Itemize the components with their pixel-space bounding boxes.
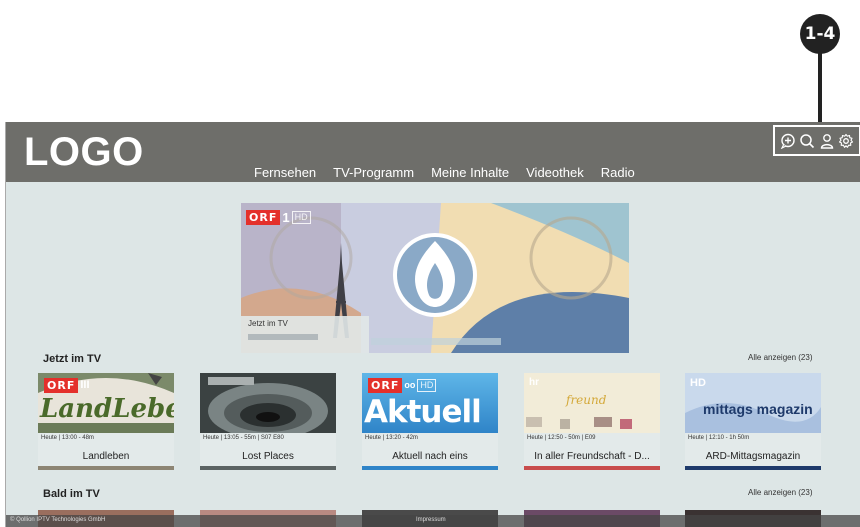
blurred-text <box>371 338 501 345</box>
show-all-now-link[interactable]: Alle anzeigen (23) <box>748 353 812 362</box>
card-progress <box>524 466 660 470</box>
hero-channel-logo: ORF 1 HD <box>246 210 311 225</box>
card-title: Aktuell nach eins <box>392 451 468 462</box>
callout-label: 1-4 <box>804 24 836 44</box>
card-image-text: freund <box>566 393 607 407</box>
user-icon[interactable] <box>819 133 835 149</box>
section-title-now: Jetzt im TV <box>43 353 102 365</box>
channel-number: oo <box>404 380 416 390</box>
card-progress <box>200 466 336 470</box>
blurred-text <box>248 334 318 340</box>
header-icons-box <box>773 125 860 156</box>
main-nav: Fernsehen TV-Programm Meine Inhalte Vide… <box>254 165 635 180</box>
app-window: LOGO Fernsehen TV-Programm Meine Inhalte… <box>5 122 860 527</box>
hero-banner[interactable]: ORF 1 HD Jetzt im TV <box>241 203 629 353</box>
card-freundschaft[interactable]: hr freund Heute | 12:50 - 50m | E09 In a… <box>524 373 660 473</box>
search-icon[interactable] <box>799 133 815 149</box>
hd-badge: HD <box>291 211 311 224</box>
hd-badge: HD <box>417 379 437 392</box>
card-title: ARD-Mittagsmagazin <box>705 451 801 462</box>
callout-line <box>818 52 822 122</box>
nav-item-fernsehen[interactable]: Fernsehen <box>254 165 316 180</box>
chat-add-icon[interactable] <box>780 133 796 149</box>
screenshot-root: 1-4 LOGO Fernsehen TV-Programm Meine Inh… <box>0 0 860 527</box>
card-title: Landleben <box>82 451 130 462</box>
card-meta: Heute | 13:20 - 42m <box>365 435 418 441</box>
orf-brand-label: ORF <box>44 378 79 393</box>
card-meta: Heute | 13:00 - 48m <box>41 435 94 441</box>
hero-now-label: Jetzt im TV <box>241 316 369 353</box>
card-meta: Heute | 12:10 - 1h 50m <box>688 435 750 441</box>
orf-brand-label: ORF <box>368 378 403 393</box>
orf-brand-label: ORF <box>246 210 281 225</box>
card-image-text: mittags magazin <box>703 401 813 417</box>
card-progress <box>685 466 821 470</box>
gear-icon[interactable] <box>838 133 854 149</box>
card-channel-logo: ORF oo HD <box>368 378 437 393</box>
card-image-text: LandLeben <box>40 394 174 424</box>
nav-item-videothek[interactable]: Videothek <box>526 165 584 180</box>
nav-item-meine-inhalte[interactable]: Meine Inhalte <box>431 165 509 180</box>
card-meta: Heute | 12:50 - 50m | E09 <box>527 435 596 441</box>
card-progress <box>362 466 498 470</box>
card-title: Lost Places <box>242 451 294 462</box>
callout-badge: 1-4 <box>800 14 840 54</box>
footer-impressum-link[interactable]: Impressum <box>416 517 446 523</box>
section-title-soon: Bald im TV <box>43 488 100 500</box>
card-aktuell[interactable]: ORF oo HD Aktuell Heute | 13:20 - 42m Ak… <box>362 373 498 473</box>
card-channel-logo: hr <box>529 377 539 388</box>
card-mittagsmagazin[interactable]: HD mittags magazin Heute | 12:10 - 1h 50… <box>685 373 821 473</box>
card-title: In aller Freundschaft - D... <box>534 451 650 462</box>
top-header: LOGO Fernsehen TV-Programm Meine Inhalte… <box>6 122 860 182</box>
nav-item-tv-programm[interactable]: TV-Programm <box>333 165 414 180</box>
footer-bar: © Qollion IPTV Technologies GmbH Impress… <box>6 515 860 527</box>
channel-number: III <box>80 379 90 391</box>
card-landleben[interactable]: ORF III LandLeben Heute | 13:00 - 48m La… <box>38 373 174 473</box>
footer-copyright: © Qollion IPTV Technologies GmbH <box>10 517 106 523</box>
card-meta: Heute | 13:05 - 55m | S07 E80 <box>203 435 284 441</box>
card-channel-logo: ORF III <box>44 378 90 393</box>
card-channel-logo: HD <box>690 377 706 389</box>
card-lost-places[interactable]: Heute | 13:05 - 55m | S07 E80 Lost Place… <box>200 373 336 473</box>
hero-label-text: Jetzt im TV <box>248 319 288 328</box>
app-logo[interactable]: LOGO <box>24 130 144 175</box>
card-image <box>200 373 336 433</box>
nav-item-radio[interactable]: Radio <box>601 165 635 180</box>
card-progress <box>38 466 174 470</box>
card-image-text: Aktuell <box>364 394 482 430</box>
show-all-soon-link[interactable]: Alle anzeigen (23) <box>748 488 812 497</box>
channel-number: 1 <box>282 210 290 225</box>
